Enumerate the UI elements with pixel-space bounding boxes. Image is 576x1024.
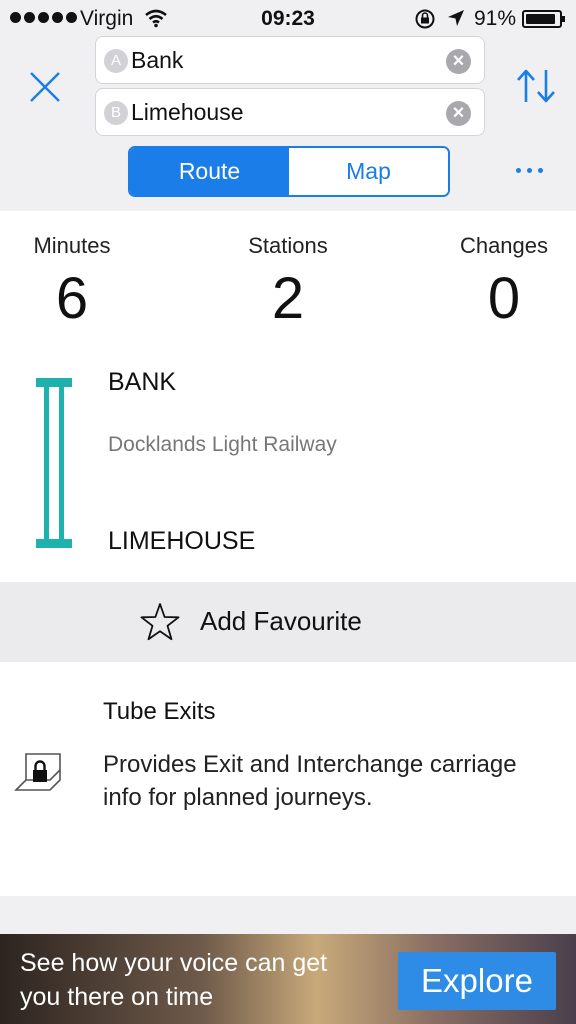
location-arrow-icon	[448, 10, 464, 26]
to-station-field[interactable]: B Limehouse ×	[95, 88, 485, 136]
to-badge: B	[104, 101, 128, 125]
stations-value: 2	[271, 266, 305, 331]
battery-icon	[522, 10, 565, 28]
changes-label: Changes	[459, 233, 549, 258]
tab-route[interactable]: Route	[130, 148, 289, 195]
changes-value: 0	[487, 266, 521, 331]
line-name: Docklands Light Railway	[108, 433, 337, 456]
add-favourite-button[interactable]: Add Favourite	[0, 582, 576, 662]
tube-exits-promo[interactable]: Tube Exits Provides Exit and Interchange…	[0, 662, 576, 896]
origin-stop: BANK	[108, 368, 177, 396]
view-toggle: Route Map	[128, 146, 450, 197]
stations-label: Stations	[248, 233, 328, 258]
destination-stop: LIMEHOUSE	[108, 527, 256, 555]
tab-map[interactable]: Map	[289, 148, 448, 195]
stations-stat: Stations 2	[208, 233, 368, 332]
promo-title: Tube Exits	[103, 698, 216, 725]
close-icon[interactable]	[26, 68, 64, 106]
dlr-line-diagram	[36, 378, 72, 548]
journey-header: A Bank × B Limehouse × Route Map	[0, 36, 576, 210]
route-summary: Minutes 6 Stations 2 Changes 0 BANK Dock…	[0, 211, 576, 582]
minutes-label: Minutes	[33, 233, 111, 258]
clear-icon[interactable]: ×	[446, 101, 471, 126]
promo-description: Provides Exit and Interchange carriage i…	[103, 751, 517, 811]
from-station-field[interactable]: A Bank ×	[95, 36, 485, 84]
from-badge: A	[104, 49, 128, 73]
locked-feature-icon	[14, 753, 61, 791]
minutes-value: 6	[55, 266, 89, 331]
clear-icon[interactable]: ×	[446, 49, 471, 74]
star-icon	[140, 603, 180, 641]
ad-text: See how your voice can get you there on …	[20, 949, 328, 1011]
from-station-value[interactable]: Bank	[131, 47, 183, 74]
add-favourite-label: Add Favourite	[200, 606, 362, 636]
minutes-stat: Minutes 6	[0, 233, 152, 332]
ad-banner[interactable]: See how your voice can get you there on …	[0, 934, 576, 1024]
explore-button[interactable]: Explore	[398, 952, 556, 1010]
status-bar: Virgin 09:23 91%	[0, 0, 576, 36]
battery-percent: 91%	[474, 7, 517, 30]
swap-stations-icon[interactable]	[513, 66, 559, 106]
more-options-icon[interactable]	[516, 168, 543, 173]
section-divider	[0, 896, 576, 934]
changes-stat: Changes 0	[424, 233, 576, 332]
rotation-lock-icon	[415, 9, 435, 29]
to-station-value[interactable]: Limehouse	[131, 99, 244, 126]
